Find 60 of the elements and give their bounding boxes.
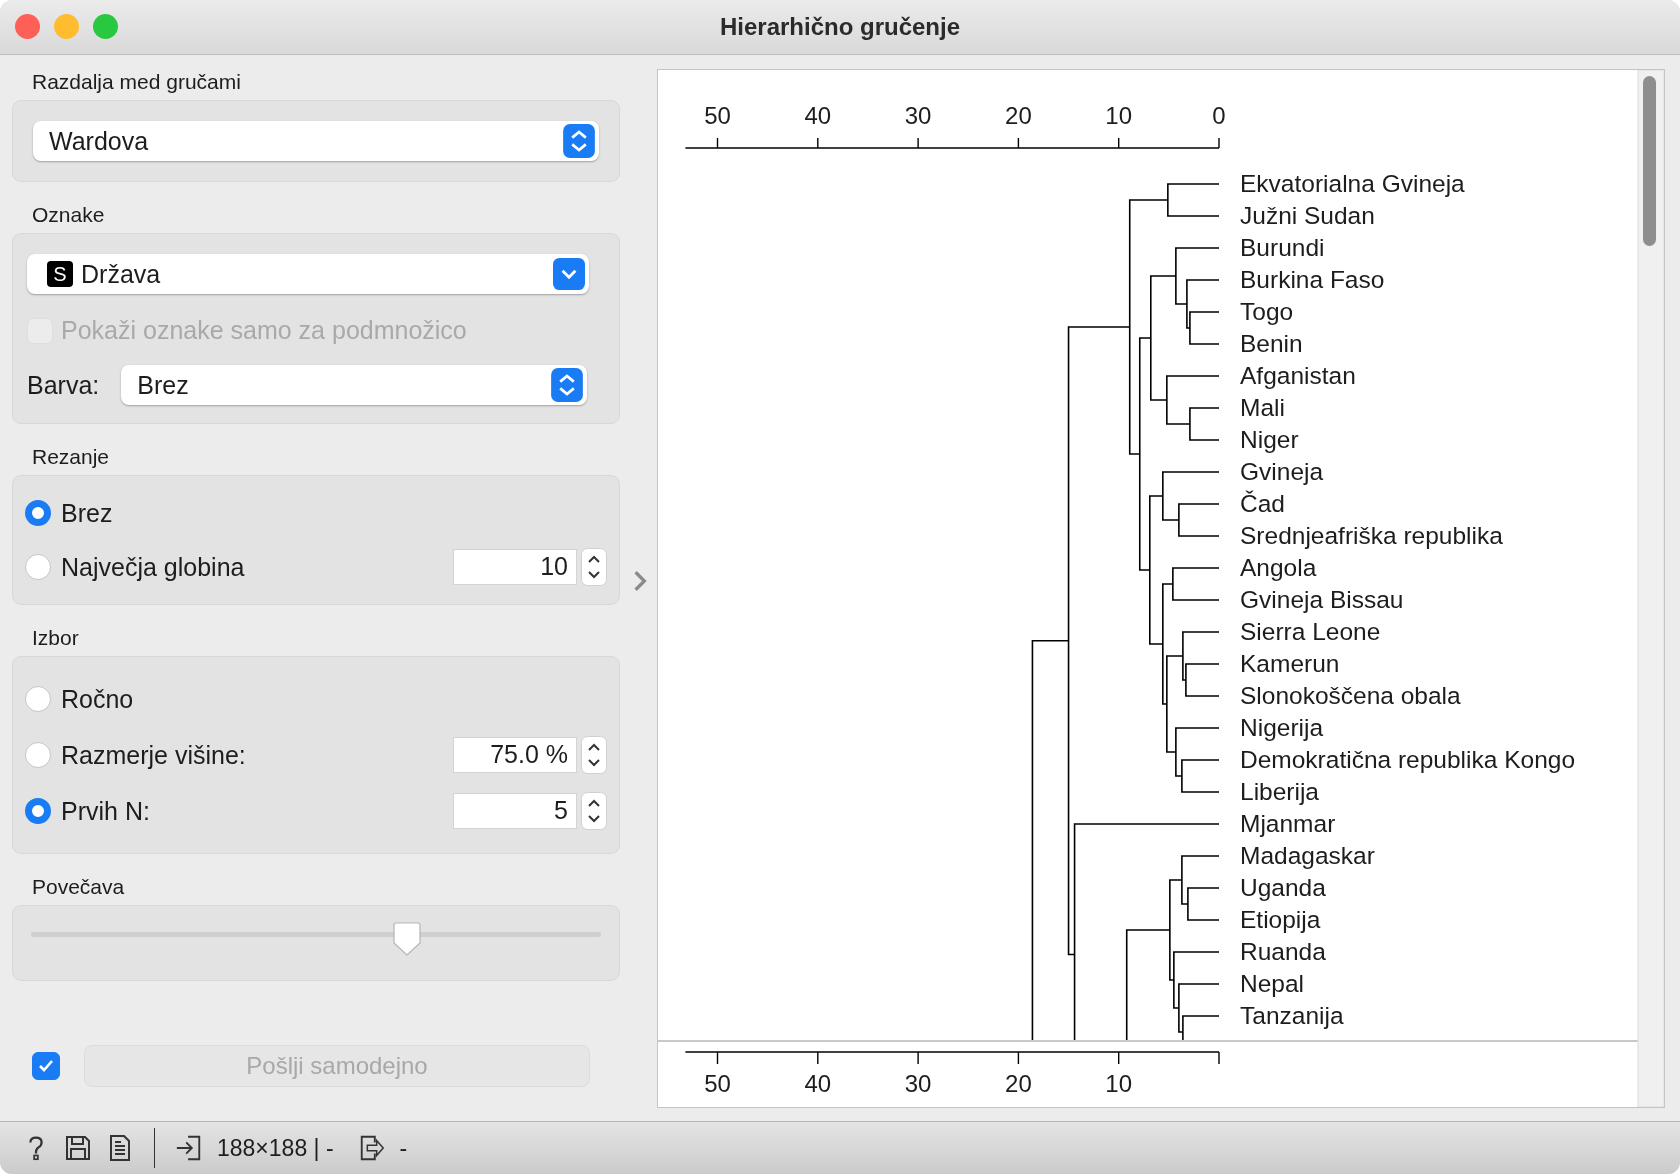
leaf-label[interactable]: Demokratična republika Kongo [1240, 746, 1576, 773]
section-label: Povečava [32, 875, 126, 899]
number-field[interactable]: 10 [453, 549, 577, 585]
leaf-label[interactable]: Gvineja [1240, 458, 1324, 485]
axis-label: 20 [1005, 102, 1032, 129]
axis-label: 20 [1005, 1070, 1032, 1097]
leaf-label[interactable]: Slonokoščena obala [1240, 682, 1461, 709]
leaf-label[interactable]: Kamerun [1240, 650, 1340, 677]
leaf-label[interactable]: Liberija [1240, 778, 1319, 805]
leaf-label[interactable]: Niger [1240, 426, 1299, 453]
radio-label: Ročno [61, 684, 135, 714]
leaf-label[interactable]: Benin [1240, 330, 1303, 357]
leaf-label[interactable]: Burundi [1240, 234, 1325, 261]
color-dropdown[interactable]: Brez [121, 365, 587, 405]
section-label: Rezanje [32, 445, 111, 469]
leaf-label[interactable]: Uganda [1240, 874, 1326, 901]
radio-label: Razmerje višine: [61, 740, 247, 770]
type-badge: S [47, 261, 73, 287]
number-field[interactable]: 75.0 % [453, 737, 577, 773]
leaf-label[interactable]: Gvineja Bissau [1240, 586, 1404, 613]
leaf-label[interactable]: Burkina Faso [1240, 266, 1385, 293]
leaf-label[interactable]: Srednjeafriška republika [1240, 522, 1503, 549]
leaf-label[interactable]: Tanzanija [1240, 1002, 1344, 1029]
leaf-label[interactable]: Južni Sudan [1240, 202, 1375, 229]
leaf-label[interactable]: Ruanda [1240, 938, 1326, 965]
axis-label: 40 [804, 1070, 832, 1097]
label-dropdown[interactable]: S Država [27, 254, 589, 294]
leaf-label[interactable]: Nepal [1240, 970, 1304, 997]
axis-label: 30 [904, 1070, 932, 1097]
input-summary: 188×188 | - [217, 1134, 334, 1162]
leaf-label[interactable]: Čad [1240, 490, 1285, 517]
axis-label: 30 [904, 102, 932, 129]
leaf-label[interactable]: Mjanmar [1240, 810, 1336, 837]
axis-label: 10 [1105, 1070, 1133, 1097]
leaf-label[interactable]: Ekvatorialna Gvineja [1240, 170, 1465, 197]
leaf-label[interactable]: Etiopija [1240, 906, 1321, 933]
window-title: Hierarhično gručenje [719, 13, 961, 41]
axis-label: 50 [704, 1070, 731, 1097]
section-label: Oznake [32, 203, 106, 227]
leaf-label[interactable]: Angola [1240, 554, 1317, 581]
axis-label: 0 [1212, 102, 1226, 129]
checkbox-label: Pokaži oznake samo za podmnožico [61, 316, 467, 345]
leaf-label[interactable]: Nigerija [1240, 714, 1324, 741]
leaf-label[interactable]: Madagaskar [1240, 842, 1375, 869]
leaf-label[interactable]: Afganistan [1240, 362, 1356, 389]
section-label: Izbor [32, 626, 80, 650]
axis-label: 40 [804, 102, 832, 129]
axis-label: 10 [1105, 102, 1133, 129]
axis-label: 50 [704, 102, 731, 129]
radio-label: Prvih N: [61, 796, 151, 826]
leaf-label[interactable]: Sierra Leone [1240, 618, 1381, 645]
leaf-label[interactable]: Mali [1240, 394, 1285, 421]
linkage-dropdown[interactable]: Wardova [33, 121, 599, 161]
section-label: Razdalja med gručami [32, 70, 242, 94]
leaf-label[interactable]: Togo [1240, 298, 1294, 325]
field-label: Barva: [27, 370, 100, 400]
number-field[interactable]: 5 [453, 793, 577, 829]
radio-label: Največja globina [61, 552, 246, 582]
output-summary: - [399, 1134, 408, 1162]
radio-label: Brez [61, 498, 114, 528]
